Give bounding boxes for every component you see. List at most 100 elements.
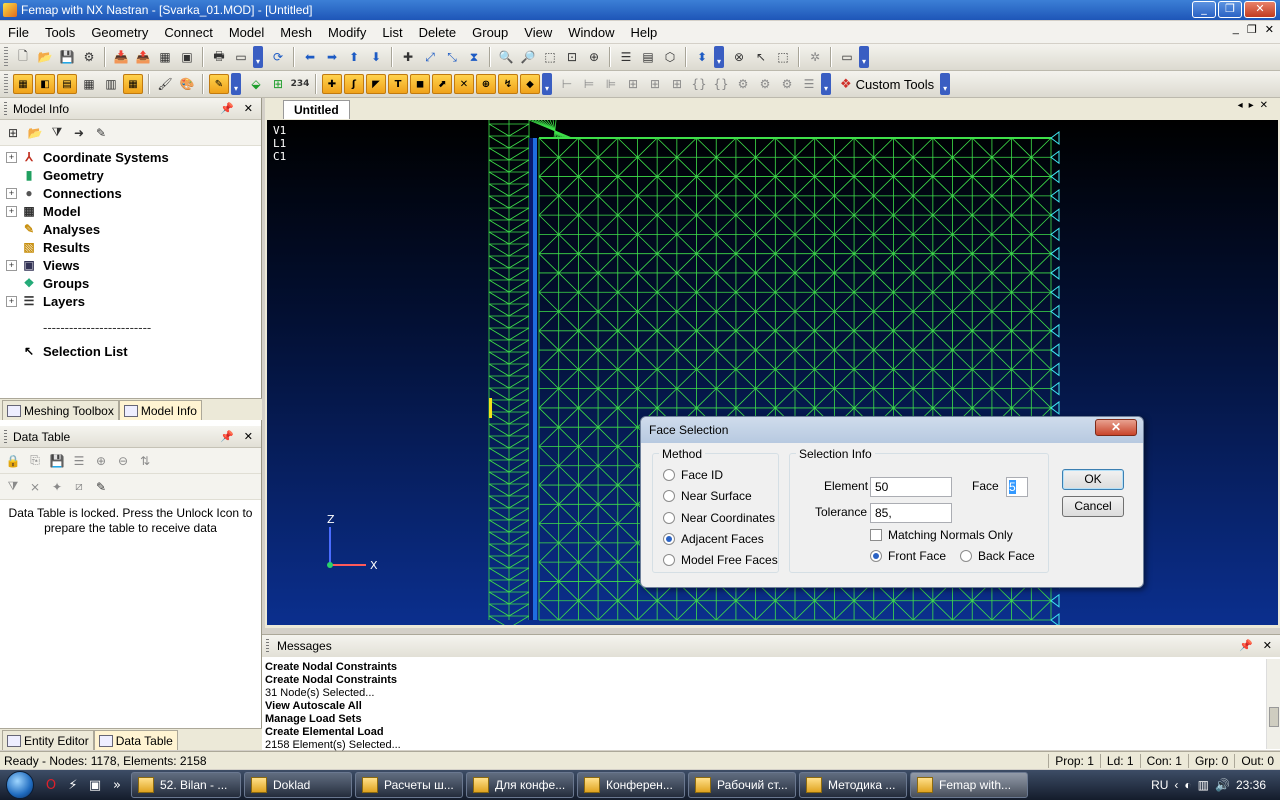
align-icon-2[interactable]: ⊨: [579, 74, 599, 94]
cancel-button[interactable]: Cancel: [1062, 496, 1124, 517]
matching-normals-checkbox[interactable]: Matching Normals Only: [870, 528, 1013, 542]
toolbar2-dropdown-3[interactable]: ▾: [821, 73, 831, 95]
custom-tools-dropdown[interactable]: ▾: [940, 73, 951, 95]
pin-icon[interactable]: 📌: [220, 102, 234, 115]
open-file-icon[interactable]: 📂: [35, 47, 55, 67]
mdi-restore-icon[interactable]: ❐: [1247, 23, 1257, 36]
tree-send-icon[interactable]: ➜: [70, 124, 88, 142]
align-icon-3[interactable]: ⊫: [601, 74, 621, 94]
tree-edit-icon[interactable]: ✎: [92, 124, 110, 142]
filter-icon[interactable]: ⧩: [4, 478, 22, 496]
method-radio-adjacent-faces[interactable]: Adjacent Faces: [663, 532, 764, 546]
model-info-toggle-icon[interactable]: ◧: [35, 74, 55, 94]
taskbar-item[interactable]: Расчеты ш...: [355, 772, 463, 798]
edit-icon[interactable]: ✎: [209, 74, 229, 94]
tab-entity-editor[interactable]: Entity Editor: [2, 730, 94, 750]
menu-modify[interactable]: Modify: [320, 25, 374, 40]
tab-data-table[interactable]: Data Table: [93, 730, 178, 750]
curve-icon[interactable]: ʃ: [344, 74, 364, 94]
menu-tools[interactable]: Tools: [37, 25, 83, 40]
tab-model-info[interactable]: Model Info: [118, 400, 202, 420]
toolbar-dropdown-3[interactable]: ▾: [859, 46, 869, 68]
entity-select-icon[interactable]: ▦: [13, 74, 33, 94]
lock-icon[interactable]: 🔒: [4, 452, 22, 470]
copy-icon[interactable]: ⎘: [26, 452, 44, 470]
show-icon[interactable]: ✦: [48, 478, 66, 496]
pan-cross-icon[interactable]: ✚: [398, 47, 418, 67]
window-layout-icon[interactable]: ▭: [837, 47, 857, 67]
save-table-icon[interactable]: 💾: [48, 452, 66, 470]
numbering-icon[interactable]: 234: [290, 74, 310, 94]
dialog-close-button[interactable]: ✕: [1095, 419, 1137, 436]
solid-icon[interactable]: ◼: [410, 74, 430, 94]
toolbar-dropdown[interactable]: ▾: [253, 46, 263, 68]
coord-icon[interactable]: ⬈: [432, 74, 452, 94]
menu-mesh[interactable]: Mesh: [272, 25, 320, 40]
import-icon[interactable]: 📥: [111, 47, 131, 67]
method-radio-near-coordinates[interactable]: Near Coordinates: [663, 511, 775, 525]
tree-item[interactable]: ↖ Selection List: [6, 342, 261, 360]
table-icon[interactable]: ▥: [101, 74, 121, 94]
select-tool-icon[interactable]: ⊗: [729, 47, 749, 67]
tree-expand-icon[interactable]: ⊞: [4, 124, 22, 142]
taskbar-item[interactable]: Методика ...: [799, 772, 907, 798]
menu-list[interactable]: List: [374, 25, 410, 40]
quicklaunch-more-icon[interactable]: »: [106, 774, 128, 796]
toolbar2-grip[interactable]: [4, 74, 8, 94]
node-icon[interactable]: ⊕: [476, 74, 496, 94]
tab-meshing-toolbox[interactable]: Meshing Toolbox: [2, 400, 119, 420]
taskbar-item[interactable]: Рабочий ст...: [688, 772, 796, 798]
show-desktop-icon[interactable]: ▣: [84, 774, 106, 796]
paint-icon[interactable]: 🖌: [155, 74, 175, 94]
tree-filter-icon[interactable]: ⧩: [48, 124, 66, 142]
menu-window[interactable]: Window: [560, 25, 622, 40]
braces-icon[interactable]: {}: [689, 74, 709, 94]
tree-item[interactable]: + ● Connections: [6, 184, 261, 202]
gear-icon[interactable]: ⚙: [733, 74, 753, 94]
remove-column-icon[interactable]: ⊖: [114, 452, 132, 470]
taskbar-item[interactable]: Конферен...: [577, 772, 685, 798]
tolerance-field[interactable]: 85,: [870, 503, 952, 523]
text-icon[interactable]: T: [388, 74, 408, 94]
zoom-in-arrows-icon[interactable]: ⤢: [420, 47, 440, 67]
expand-icon[interactable]: +: [6, 187, 17, 199]
view-select-icon[interactable]: ▤: [638, 47, 658, 67]
start-button[interactable]: [0, 770, 40, 800]
zoom-window-icon[interactable]: ⬚: [540, 47, 560, 67]
menu-model[interactable]: Model: [221, 25, 272, 40]
maximize-button[interactable]: ❐: [1218, 1, 1242, 18]
table-grid-icon-3[interactable]: ⊞: [667, 74, 687, 94]
element-field[interactable]: 50: [870, 477, 952, 497]
pan-right-icon[interactable]: ➡: [322, 47, 342, 67]
method-radio-model-free-faces[interactable]: Model Free Faces: [663, 553, 778, 567]
toolbar-grip[interactable]: [4, 47, 8, 67]
pin-icon[interactable]: 📌: [220, 430, 234, 443]
align-left-icon[interactable]: ⊢: [557, 74, 577, 94]
pin-icon[interactable]: 📌: [1239, 639, 1253, 652]
custom-tools-button[interactable]: ❖ Custom Tools: [836, 76, 938, 92]
x-icon[interactable]: ✕: [454, 74, 474, 94]
export-icon[interactable]: 📤: [133, 47, 153, 67]
surface-icon[interactable]: ◤: [366, 74, 386, 94]
volume-icon[interactable]: 🔊: [1215, 778, 1230, 792]
tree-item[interactable]: + ⅄ Coordinate Systems: [6, 148, 261, 166]
menu-delete[interactable]: Delete: [411, 25, 465, 40]
tree-item[interactable]: ▧ Results: [6, 238, 261, 256]
mdi-minimize-icon[interactable]: _: [1233, 23, 1239, 36]
document-nav-icons[interactable]: ◂▸✕: [1238, 100, 1274, 111]
messages-scrollbar[interactable]: [1266, 659, 1280, 749]
menu-connect[interactable]: Connect: [156, 25, 220, 40]
gear-icon-2[interactable]: ⚙: [755, 74, 775, 94]
braces-icon-2[interactable]: {}: [711, 74, 731, 94]
mdi-close-icon[interactable]: ✕: [1265, 23, 1274, 36]
clock[interactable]: 23:36: [1236, 778, 1266, 792]
filter-clear-icon[interactable]: ⨯: [26, 478, 44, 496]
method-radio-near-surface[interactable]: Near Surface: [663, 489, 752, 503]
zoom-icon[interactable]: 🔍: [496, 47, 516, 67]
ok-button[interactable]: OK: [1062, 469, 1124, 490]
expand-icon[interactable]: +: [6, 205, 17, 217]
language-indicator[interactable]: RU: [1151, 778, 1168, 792]
messages-toggle-icon[interactable]: ▦: [123, 74, 143, 94]
layers-toolbar-icon[interactable]: ⚙: [79, 47, 99, 67]
tree-item[interactable]: -------------------------: [6, 318, 261, 336]
